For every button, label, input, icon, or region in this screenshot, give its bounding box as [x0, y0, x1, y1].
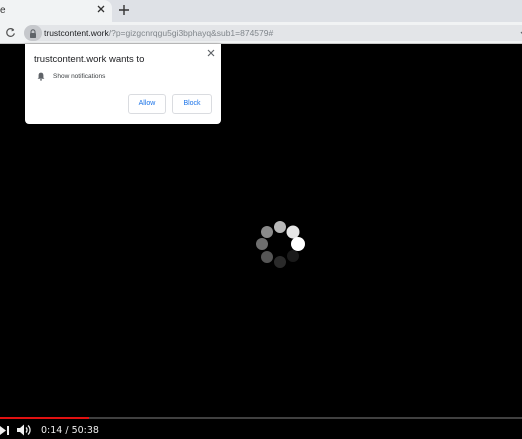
bell-icon — [37, 72, 45, 81]
skip-next-icon[interactable] — [0, 426, 10, 435]
tab-strip: e — [0, 0, 522, 22]
block-button[interactable]: Block — [172, 94, 212, 114]
url-host: trustcontent.work — [44, 28, 109, 38]
browser-tab[interactable]: e — [0, 0, 112, 22]
close-icon[interactable] — [207, 49, 215, 57]
new-tab-icon[interactable] — [117, 3, 131, 17]
notification-permission-popup: trustcontent.work wants to Show notifica… — [25, 44, 221, 124]
address-bar[interactable]: trustcontent.work/?p=gizgcnrqgu5gi3bphay… — [24, 25, 522, 41]
popup-title: trustcontent.work wants to — [34, 54, 145, 65]
tab-title: e — [0, 5, 6, 16]
video-time-display: 0:14 / 50:38 — [41, 425, 99, 436]
volume-icon[interactable] — [17, 424, 32, 436]
reload-icon[interactable] — [5, 27, 16, 38]
url-text: trustcontent.work/?p=gizgcnrqgu5gi3bphay… — [44, 28, 273, 38]
url-path: /?p=gizgcnrqgu5gi3bphayq&sub1=874579# — [108, 28, 274, 38]
allow-button[interactable]: Allow — [128, 94, 166, 114]
browser-toolbar: trustcontent.work/?p=gizgcnrqgu5gi3bphay… — [0, 22, 522, 44]
site-info-button[interactable] — [24, 25, 42, 41]
video-progress-bar[interactable] — [0, 417, 522, 419]
permission-label: Show notifications — [53, 73, 106, 80]
close-icon[interactable] — [96, 4, 106, 14]
loading-spinner-icon — [256, 221, 305, 268]
lock-icon — [30, 29, 36, 38]
video-progress-fill — [0, 417, 89, 419]
